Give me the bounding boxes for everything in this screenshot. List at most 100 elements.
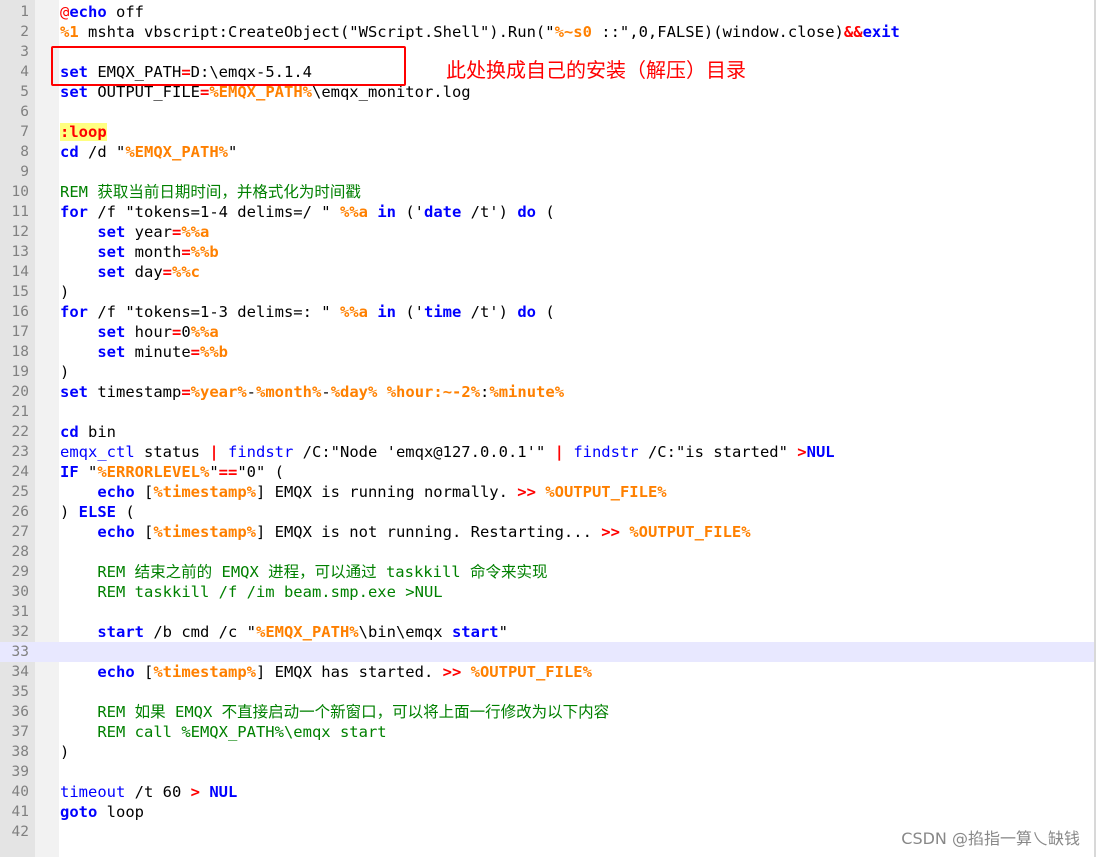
code-line[interactable]: 33	[0, 642, 1096, 662]
code-line[interactable]: 26) ELSE (	[0, 502, 1096, 522]
code-text[interactable]: timeout /t 60 > NUL	[60, 782, 237, 802]
code-token: /b cmd /c "	[144, 623, 256, 641]
code-line[interactable]: 36 REM 如果 EMQX 不直接启动一个新窗口，可以将上面一行修改为以下内容	[0, 702, 1096, 722]
code-token: for	[60, 303, 88, 321]
code-text[interactable]: for /f "tokens=1-4 delims=/ " %%a in ('d…	[60, 202, 555, 222]
code-text[interactable]: REM call %EMQX_PATH%\emqx start	[60, 722, 386, 742]
code-line[interactable]: 28	[0, 542, 1096, 562]
code-token: set	[60, 383, 88, 401]
code-text[interactable]: )	[60, 362, 69, 382]
code-line[interactable]: 10 REM 获取当前日期时间，并格式化为时间戳	[0, 182, 1096, 202]
code-token: start	[97, 623, 144, 641]
code-line[interactable]: 35	[0, 682, 1096, 702]
line-number: 32	[11, 624, 29, 640]
code-line[interactable]: 32 start /b cmd /c "%EMQX_PATH%\bin\emqx…	[0, 622, 1096, 642]
annotation-highlight-box	[51, 46, 406, 86]
code-line[interactable]: 39	[0, 762, 1096, 782]
code-line[interactable]: 12 set year=%%a	[0, 222, 1096, 242]
line-number: 36	[11, 704, 29, 720]
code-text[interactable]: cd bin	[60, 422, 116, 442]
line-number: 23	[11, 444, 29, 460]
code-token: )	[60, 743, 70, 761]
code-line[interactable]: 21	[0, 402, 1096, 422]
code-token: day	[125, 263, 163, 281]
code-line[interactable]: 37 REM call %EMQX_PATH%\emqx start	[0, 722, 1096, 742]
code-lines[interactable]: 1 @echo off 2 %1 mshta vbscript:CreateObjec…	[0, 2, 1096, 842]
code-line[interactable]: 29 REM 结束之前的 EMQX 进程，可以通过 taskkill 命令来实现	[0, 562, 1096, 582]
code-line[interactable]: 38)	[0, 742, 1096, 762]
code-text[interactable]: )	[60, 742, 69, 762]
code-token: (	[535, 203, 555, 221]
line-number: 18	[11, 344, 29, 360]
code-token: \bin\emqx	[358, 623, 452, 641]
code-line[interactable]: 18 set minute=%%b	[0, 342, 1096, 362]
code-line[interactable]: 20 set timestamp=%year%-%month%-%day% %ho…	[0, 382, 1096, 402]
code-text[interactable]: echo [%timestamp%] EMQX is not running. …	[60, 522, 750, 542]
code-line[interactable]: 7:loop	[0, 122, 1096, 142]
line-number: 38	[11, 744, 29, 760]
code-line[interactable]: 22 cd bin	[0, 422, 1096, 442]
code-line[interactable]: 17 set hour=0%%a	[0, 322, 1096, 342]
code-text[interactable]: ) ELSE (	[60, 502, 135, 522]
code-token: "	[209, 463, 219, 481]
code-text[interactable]: echo [%timestamp%] EMQX is running norma…	[60, 482, 666, 502]
code-line[interactable]: 27 echo [%timestamp%] EMQX is not runnin…	[0, 522, 1096, 542]
code-line[interactable]: 2 %1 mshta vbscript:CreateObject("WScript…	[0, 22, 1096, 42]
code-token: cd	[60, 423, 79, 441]
code-token: =	[190, 343, 200, 361]
code-line[interactable]: 19)	[0, 362, 1096, 382]
code-token: exit	[862, 23, 900, 41]
code-line[interactable]: 24 IF "%ERRORLEVEL%"=="0" (	[0, 462, 1096, 482]
code-line[interactable]: 15)	[0, 282, 1096, 302]
code-text[interactable]: )	[60, 282, 69, 302]
code-token: time	[423, 303, 462, 321]
code-editor[interactable]: 1 @echo off 2 %1 mshta vbscript:CreateObjec…	[0, 0, 1096, 857]
code-token: REM taskkill /f /im beam.smp.exe >NUL	[60, 583, 443, 601]
code-token: emqx_ctl	[60, 443, 135, 461]
code-line[interactable]: 25 echo [%timestamp%] EMQX is running no…	[0, 482, 1096, 502]
code-line[interactable]: 9	[0, 162, 1096, 182]
code-text[interactable]: REM 结束之前的 EMQX 进程，可以通过 taskkill 命令来实现	[60, 562, 547, 582]
code-text[interactable]: REM taskkill /f /im beam.smp.exe >NUL	[60, 582, 443, 602]
code-line[interactable]: 14 set day=%%c	[0, 262, 1096, 282]
code-text[interactable]: set minute=%%b	[60, 342, 228, 362]
code-text[interactable]: set day=%%c	[60, 262, 200, 282]
code-text[interactable]: goto loop	[60, 802, 144, 822]
code-text[interactable]: cd /d "%EMQX_PATH%"	[60, 142, 237, 162]
code-text[interactable]: emqx_ctl status | findstr /C:"Node 'emqx…	[60, 442, 835, 462]
code-text[interactable]: set month=%%b	[60, 242, 218, 262]
code-text[interactable]: set timestamp=%year%-%month%-%day% %hour…	[60, 382, 564, 402]
code-text[interactable]: %1 mshta vbscript:CreateObject("WScript.…	[60, 22, 900, 42]
code-text[interactable]: REM 获取当前日期时间，并格式化为时间戳	[60, 182, 361, 202]
code-token: %%a	[339, 203, 368, 221]
code-line[interactable]: 41 goto loop	[0, 802, 1096, 822]
code-token: )	[60, 363, 70, 381]
code-line[interactable]: 11 for /f "tokens=1-4 delims=/ " %%a in (…	[0, 202, 1096, 222]
code-text[interactable]: :loop	[60, 122, 107, 142]
code-line[interactable]: 16 for /f "tokens=1-3 delims=: " %%a in (…	[0, 302, 1096, 322]
code-text[interactable]: set hour=0%%a	[60, 322, 218, 342]
code-text[interactable]: echo [%timestamp%] EMQX has started. >> …	[60, 662, 592, 682]
code-line[interactable]: 8 cd /d "%EMQX_PATH%"	[0, 142, 1096, 162]
code-token: %OUTPUT_FILE%	[470, 663, 592, 681]
code-text[interactable]: for /f "tokens=1-3 delims=: " %%a in ('t…	[60, 302, 555, 322]
code-line[interactable]: 1 @echo off	[0, 2, 1096, 22]
code-line[interactable]: 23 emqx_ctl status | findstr /C:"Node 'em…	[0, 442, 1096, 462]
code-text[interactable]: @echo off	[60, 2, 144, 22]
code-line[interactable]: 30 REM taskkill /f /im beam.smp.exe >NUL	[0, 582, 1096, 602]
code-token: :loop	[60, 123, 107, 141]
code-token: |	[554, 443, 564, 461]
code-token: NUL	[806, 443, 835, 461]
code-line[interactable]: 13 set month=%%b	[0, 242, 1096, 262]
code-line[interactable]: 6	[0, 102, 1096, 122]
code-token: set	[97, 263, 126, 281]
code-text[interactable]: REM 如果 EMQX 不直接启动一个新窗口，可以将上面一行修改为以下内容	[60, 702, 609, 722]
code-line[interactable]: 40 timeout /t 60 > NUL	[0, 782, 1096, 802]
code-text[interactable]: start /b cmd /c "%EMQX_PATH%\bin\emqx st…	[60, 622, 508, 642]
code-line[interactable]: 34 echo [%timestamp%] EMQX has started. …	[0, 662, 1096, 682]
code-line[interactable]: 31	[0, 602, 1096, 622]
code-text[interactable]: IF "%ERRORLEVEL%"=="0" (	[60, 462, 284, 482]
code-text[interactable]: set year=%%a	[60, 222, 209, 242]
